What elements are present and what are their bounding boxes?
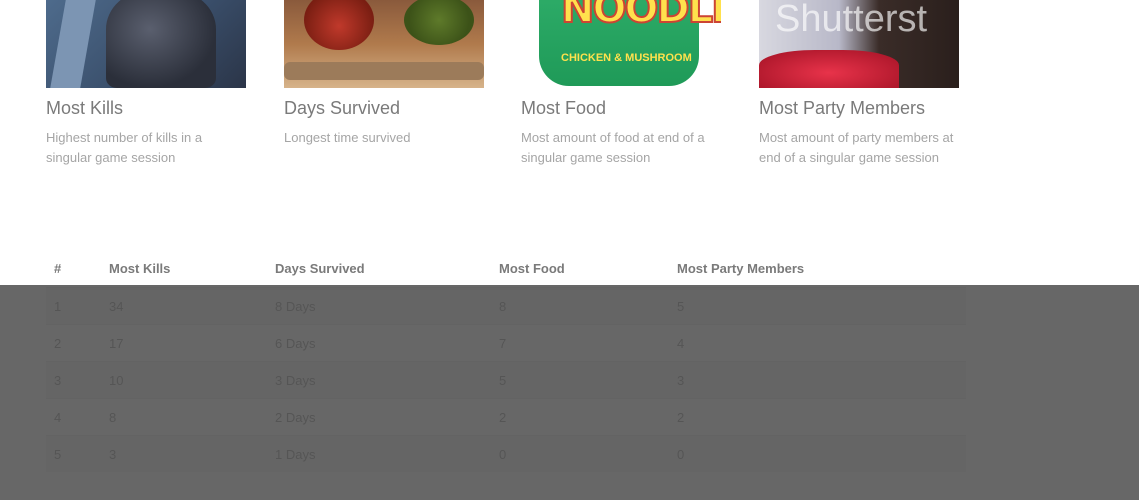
table-header-row: # Most Kills Days Survived Most Food Mos… (46, 250, 966, 288)
card-title: Most Kills (46, 98, 124, 118)
card-title: Days Survived (284, 98, 401, 118)
card-description: Highest number of kills in a singular ga… (46, 130, 203, 165)
card-title: Most Party Members (759, 98, 926, 118)
header-days-survived: Days Survived (267, 250, 491, 288)
most-food-image: NOODLE CHICKEN & MUSHROOM (521, 0, 721, 88)
card-description: Most amount of party members at end of a… (759, 130, 954, 165)
watermark: Shutterst (775, 0, 928, 40)
modal-overlay[interactable] (0, 285, 1139, 500)
card-description: Longest time survived (284, 130, 411, 145)
days-survived-image (284, 0, 484, 88)
most-party-members-image: Shutterst (759, 0, 959, 88)
card-title: Most Food (521, 98, 607, 118)
card-description: Most amount of food at end of a singular… (521, 130, 705, 165)
header-most-food: Most Food (491, 250, 669, 288)
noodle-logo-sub: CHICKEN & MUSHROOM (561, 52, 692, 64)
most-kills-image (46, 0, 246, 88)
header-most-kills: Most Kills (101, 250, 267, 288)
header-rank: # (46, 250, 101, 288)
noodle-logo: NOODLE (560, 0, 721, 33)
header-most-party-members: Most Party Members (669, 250, 966, 288)
achievement-cards: Most Kills Highest number of kills in a … (0, 0, 1139, 200)
